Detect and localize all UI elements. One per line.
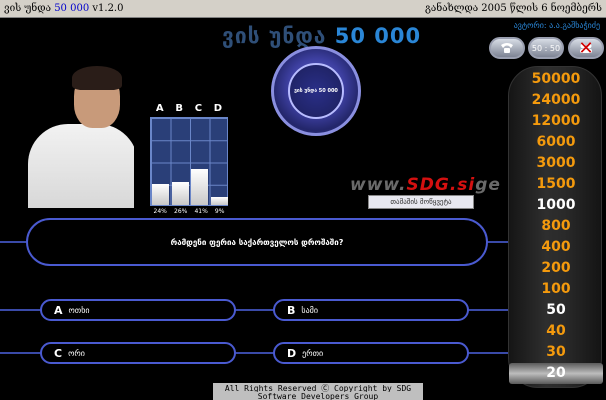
- ladder-level-200: 200: [541, 260, 571, 276]
- ladder-level-12000: 12000: [531, 113, 581, 129]
- ladder-level-30: 30: [546, 344, 566, 360]
- poll-bar-a: [152, 184, 170, 205]
- ladder-level-50: 50: [546, 302, 566, 318]
- update-date: განახლდა 2005 წლის 6 ნოემბერს: [425, 3, 602, 14]
- answer-c-button[interactable]: Cორი: [40, 342, 236, 364]
- fifty-fifty-button[interactable]: 50 : 50: [528, 37, 564, 59]
- poll-bar-c: [191, 169, 209, 205]
- contestant-photo: [14, 66, 134, 208]
- ladder-level-100: 100: [541, 281, 571, 297]
- answer-b-button[interactable]: Bსამი: [273, 299, 469, 321]
- poll-percent-d: 9%: [214, 208, 225, 215]
- poll-letter-b: B: [175, 103, 183, 114]
- game-title: ვის უნდა 50 000: [222, 24, 422, 48]
- poll-letter-a: A: [155, 103, 164, 114]
- answer-a-button[interactable]: Aოთხი: [40, 299, 236, 321]
- developer-line: Software Developers Group: [213, 392, 423, 400]
- app-title: ვის უნდა 50 000 v1.2.0: [4, 3, 124, 14]
- poll-percent-b: 26%: [174, 208, 188, 215]
- walk-away-button[interactable]: თამაშის მოწყვეტა: [368, 195, 474, 209]
- ladder-level-1000: 1000: [536, 197, 576, 213]
- poll-bar-b: [171, 182, 189, 205]
- question-text: რამდენი ფერია საქართველოს დროშაში?: [170, 237, 344, 247]
- poll-bar-d: [210, 197, 228, 205]
- used-cross-icon: ✕: [578, 37, 594, 59]
- ladder-level-20: 20: [509, 363, 603, 384]
- ladder-level-40: 40: [546, 323, 566, 339]
- game-logo: ვის უნდა 50 000: [271, 46, 361, 136]
- ladder-level-50000: 50000: [531, 71, 581, 87]
- poll-letter-c: C: [194, 103, 203, 114]
- ladder-level-400: 400: [541, 239, 571, 255]
- audience-poll: A B C D 24% 26% 41% 9%: [150, 103, 228, 215]
- ladder-level-6000: 6000: [536, 134, 576, 150]
- ladder-level-3000: 3000: [536, 155, 576, 171]
- ladder-level-1500: 1500: [536, 176, 576, 192]
- poll-percent-c: 41%: [194, 208, 208, 215]
- poll-percent-a: 24%: [153, 208, 167, 215]
- question-line-left: [0, 241, 28, 243]
- phone-a-friend-button[interactable]: [489, 37, 525, 59]
- question-line-right: [486, 241, 510, 243]
- watermark: www.SDG.sige: [350, 175, 501, 195]
- ladder-level-800: 800: [541, 218, 571, 234]
- poll-letter-d: D: [213, 103, 223, 114]
- title-bar: ვის უნდა 50 000 v1.2.0 განახლდა 2005 წლი…: [0, 0, 606, 18]
- ask-audience-button[interactable]: ✕: [568, 37, 604, 59]
- author-credit: ავტორი: ა.ა.გაშხაჭიძე: [513, 21, 600, 30]
- poll-chart: [150, 117, 228, 206]
- phone-icon: [501, 43, 513, 53]
- ladder-level-24000: 24000: [531, 92, 581, 108]
- answer-d-button[interactable]: Dერთი: [273, 342, 469, 364]
- money-ladder: 50000 24000 12000 6000 3000 1500 1000 800 400 200…: [508, 66, 603, 388]
- question-box: რამდენი ფერია საქართველოს დროშაში?: [26, 218, 488, 266]
